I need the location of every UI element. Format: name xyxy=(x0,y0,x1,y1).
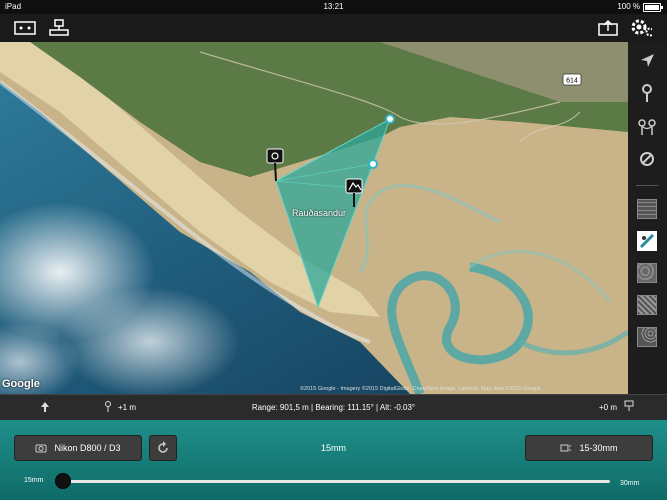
satellite-icon[interactable] xyxy=(636,230,658,252)
photo-frame-icon[interactable] xyxy=(14,18,36,38)
lens-select-button[interactable]: 15-30mm xyxy=(525,435,653,461)
survey-icon[interactable] xyxy=(48,18,70,38)
settings-icon[interactable] xyxy=(630,18,652,38)
field-marker[interactable] xyxy=(368,159,378,169)
lens-label: 15-30mm xyxy=(579,443,618,453)
contour-icon[interactable] xyxy=(636,326,658,348)
place-label: Rauðasandur xyxy=(292,208,347,218)
map-copyright: ©2015 Google - Imagery ©2015 DigitalGlob… xyxy=(300,386,541,392)
battery-percent: 100 % xyxy=(617,2,640,11)
map-grid-icon[interactable] xyxy=(636,198,658,220)
battery-icon xyxy=(643,2,663,12)
lens-icon xyxy=(560,444,572,452)
focal-slider-track[interactable] xyxy=(62,480,610,483)
range-bearing-readout: Range: 901,5 m | Bearing: 111.15° | Alt:… xyxy=(251,403,416,412)
target-height-value[interactable]: +0 m xyxy=(599,403,617,412)
clock: 13:21 xyxy=(323,2,344,11)
road-sign: 614 xyxy=(562,73,582,86)
map-imagery: 614 xyxy=(0,42,628,394)
hatched-icon[interactable] xyxy=(636,294,658,316)
battery-status: 100 % xyxy=(617,0,663,14)
no-entry-icon[interactable] xyxy=(636,148,658,170)
range-marker[interactable] xyxy=(385,114,395,124)
road-sign-number: 614 xyxy=(566,78,578,85)
focal-slider-thumb[interactable] xyxy=(55,473,71,489)
satellite-map[interactable]: 614 Rauðasandur Google ©2015 Google - Im… xyxy=(0,42,628,394)
sidebar-divider xyxy=(636,185,658,186)
map-sidebar xyxy=(628,42,667,394)
info-bar: +1 m Range: 901,5 m | Bearing: 111.15° |… xyxy=(0,394,667,422)
share-icon[interactable] xyxy=(597,18,619,38)
slider-max-label: 30mm xyxy=(620,480,640,487)
pin-icon[interactable] xyxy=(636,82,658,104)
pins-icon[interactable] xyxy=(636,116,658,138)
status-bar: iPad 13:21 100 % xyxy=(0,0,667,14)
top-toolbar xyxy=(0,14,667,42)
slider-min-label: 15mm xyxy=(24,477,44,484)
camera-controls: Nikon D800 / D3 15mm 15-30mm 15mm 30mm xyxy=(0,420,667,500)
terrain-icon[interactable] xyxy=(636,262,658,284)
locate-icon[interactable] xyxy=(636,50,658,72)
target-pin-small-icon xyxy=(624,400,634,414)
google-logo: Google xyxy=(2,378,40,390)
